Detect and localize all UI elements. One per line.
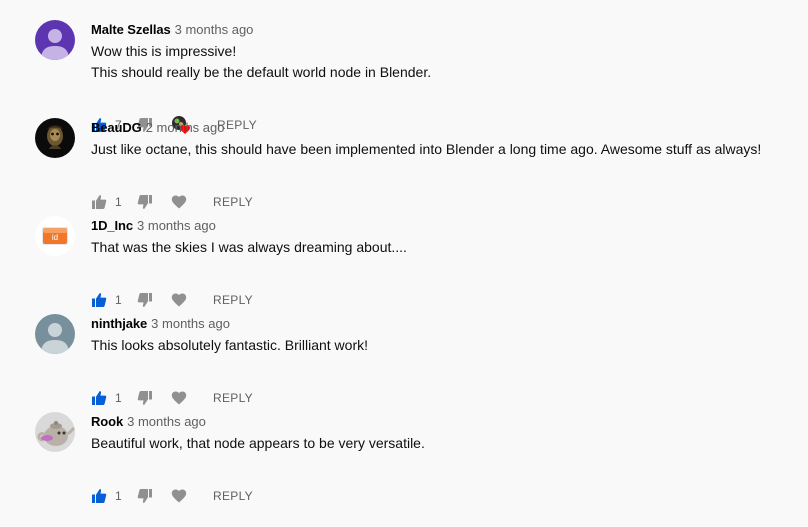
comment-text-line: Beautiful work, that node appears to be … — [91, 435, 425, 451]
author-name[interactable]: Rook — [91, 414, 123, 429]
comment-thread: ninthjake 3 months ago This looks absolute… — [0, 294, 808, 405]
author-name[interactable]: ninthjake — [91, 316, 147, 331]
author-name[interactable]: BeauDG — [91, 120, 142, 135]
comment-text-line: This should really be the default world … — [91, 64, 432, 80]
comment-text-line: This looks absolutely fantastic. Brillia… — [91, 337, 368, 353]
comment-text-line: Wow this is impressive! — [91, 43, 237, 59]
author-avatar[interactable] — [35, 118, 75, 158]
comment-text: Wow this is impressive! This should reall… — [91, 41, 431, 83]
comments-section: Malte Szellas 3 months ago Wow this is imp… — [0, 0, 808, 527]
comment-timestamp[interactable]: 2 months ago — [146, 120, 225, 135]
author-avatar[interactable] — [35, 314, 75, 354]
comment-header: Rook 3 months ago — [91, 414, 206, 430]
comment-timestamp[interactable]: 3 months ago — [175, 22, 254, 37]
comment-actions: 1 REPLY — [91, 486, 253, 506]
comment-thread: id 1D_Inc 3 months ago That was the skies I… — [0, 196, 808, 307]
comment-header: 1D_Inc 3 months ago — [91, 218, 216, 234]
thumbs-down-icon[interactable] — [137, 488, 153, 504]
comment-thread: Malte Szellas 3 months ago Wow this is imp… — [0, 0, 808, 134]
comment-header: Malte Szellas 3 months ago — [91, 22, 253, 38]
comment-thread: BeauDG 2 months ago Just like octane, this… — [0, 98, 808, 209]
comment-text: Beautiful work, that node appears to be … — [91, 433, 425, 454]
author-name[interactable]: Malte Szellas — [91, 22, 171, 37]
comment-timestamp[interactable]: 3 months ago — [137, 218, 216, 233]
thumbs-up-icon[interactable] — [91, 488, 107, 504]
comment-thread: Rook 3 months ago Beautiful work, that nod… — [0, 392, 808, 503]
svg-text:id: id — [52, 233, 58, 242]
comment-timestamp[interactable]: 3 months ago — [151, 316, 230, 331]
heart-icon[interactable] — [171, 488, 187, 504]
comment-timestamp[interactable]: 3 months ago — [127, 414, 206, 429]
author-avatar[interactable]: id — [35, 216, 75, 256]
comment-header: ninthjake 3 months ago — [91, 316, 230, 332]
author-avatar[interactable] — [35, 412, 75, 452]
like-count: 1 — [115, 489, 122, 503]
comment-text-line: That was the skies I was always dreaming… — [91, 239, 407, 255]
comment-text: That was the skies I was always dreaming… — [91, 237, 407, 258]
comment-text: Just like octane, this should have been … — [91, 139, 761, 160]
reply-button[interactable]: REPLY — [213, 488, 253, 504]
comment-text-line: Just like octane, this should have been … — [91, 141, 762, 157]
comment-header: BeauDG 2 months ago — [91, 120, 224, 136]
author-name[interactable]: 1D_Inc — [91, 218, 133, 233]
comment-text: This looks absolutely fantastic. Brillia… — [91, 335, 368, 356]
author-avatar[interactable] — [35, 20, 75, 60]
